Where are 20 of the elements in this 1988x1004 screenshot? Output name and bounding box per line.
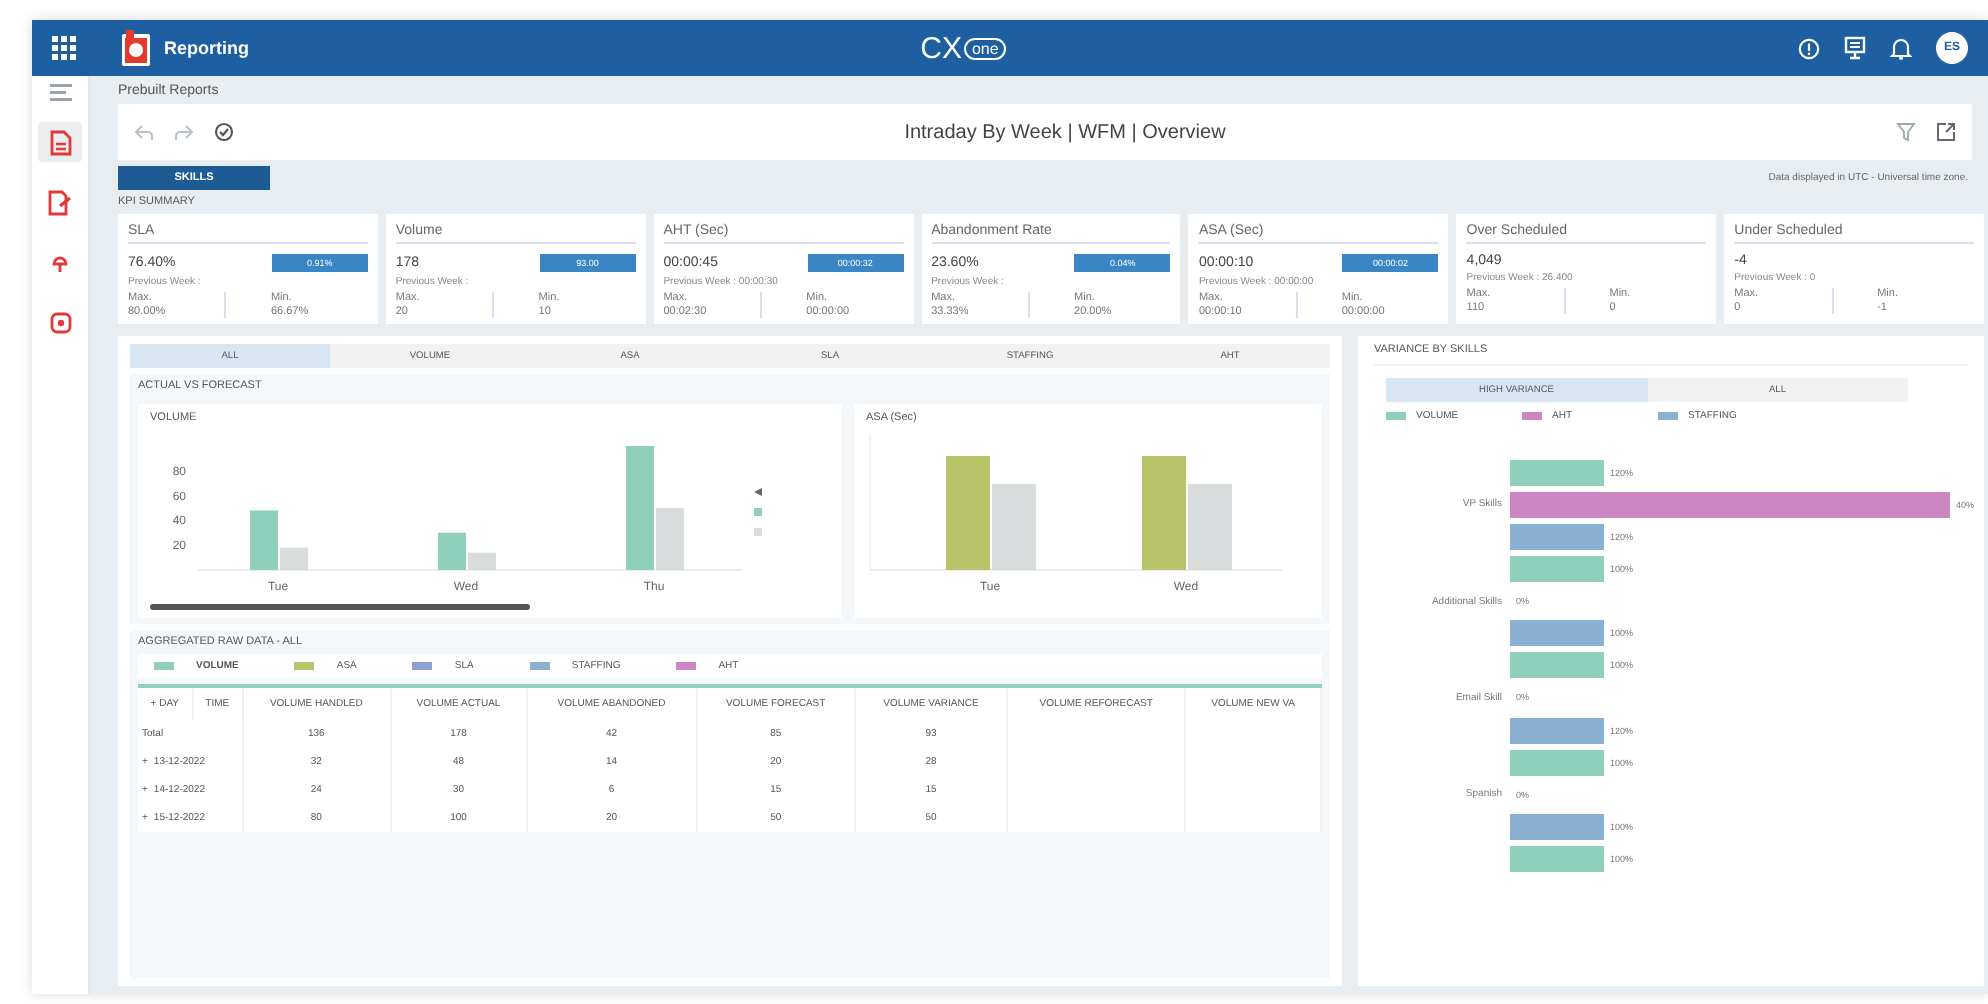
document-icon <box>49 129 71 155</box>
app-grid-icon[interactable] <box>52 36 76 60</box>
report-title: Intraday By Week | WFM | Overview <box>902 121 1228 143</box>
chart-bar <box>1142 456 1186 570</box>
scrollbar[interactable] <box>150 604 530 610</box>
edit-document-icon <box>48 189 72 215</box>
bell-icon[interactable] <box>1890 36 1912 60</box>
brand-logo: CX one <box>920 31 1007 65</box>
legend-swatch <box>754 528 762 536</box>
target-icon <box>49 311 71 333</box>
chart-bar <box>946 456 990 570</box>
sidebar-item[interactable] <box>38 122 82 162</box>
menu-icon[interactable] <box>49 84 71 102</box>
report-logo-icon <box>120 30 152 66</box>
help-icon[interactable] <box>1798 37 1820 59</box>
filter-icon[interactable] <box>1896 122 1916 142</box>
legend-arrow-icon[interactable] <box>754 488 762 496</box>
app-title: Reporting <box>164 38 249 58</box>
legend-swatch <box>754 508 762 516</box>
export-icon[interactable] <box>1936 122 1956 142</box>
